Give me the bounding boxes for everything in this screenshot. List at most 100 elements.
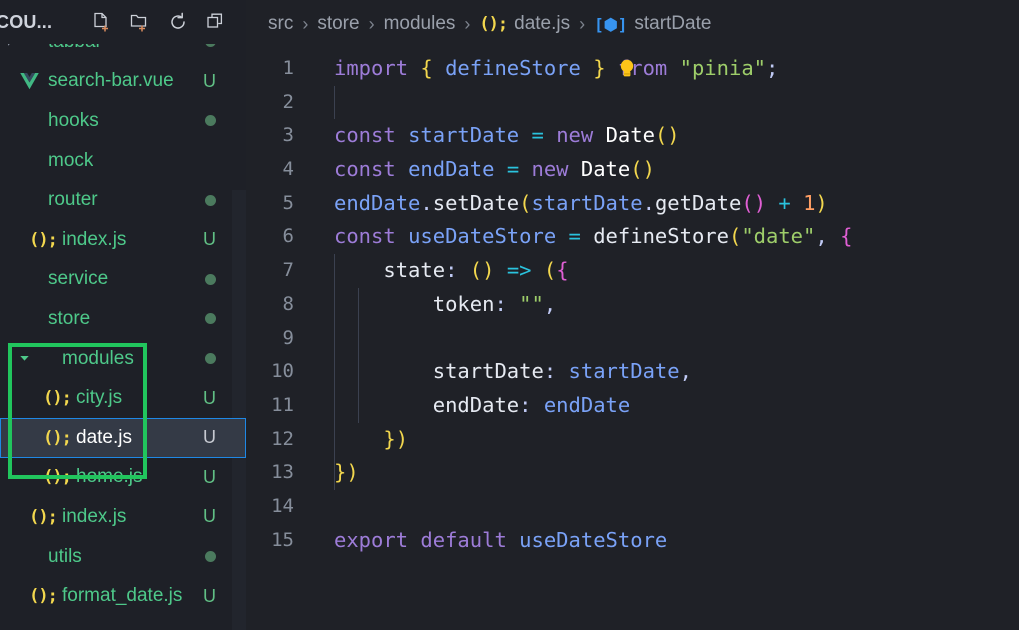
breadcrumb-item-modules[interactable]: modules: [384, 13, 456, 35]
line-number: 3: [282, 124, 294, 147]
tree-twisty-spacer: [2, 311, 18, 327]
code-line[interactable]: 9: [246, 322, 1019, 356]
tree-file-date-js[interactable]: (); date.js U: [0, 417, 246, 458]
tree-file-index-js[interactable]: (); index.js U: [0, 220, 246, 260]
code-line[interactable]: 13}): [246, 456, 1019, 490]
tree-twisty-spacer: [2, 73, 18, 89]
code-line[interactable]: 5 endDate.setDate(startDate.getDate() + 1…: [246, 187, 1019, 221]
code-line[interactable]: 2: [246, 86, 1019, 120]
tree-twisty-spacer: [2, 113, 18, 129]
line-number: 8: [282, 292, 294, 315]
refresh-icon[interactable]: [166, 10, 190, 34]
tree-item-label: utils: [48, 545, 82, 567]
code-line-text: }): [383, 426, 409, 451]
breadcrumb-label: store: [317, 13, 360, 34]
tree-folder-hooks[interactable]: hooks: [0, 101, 246, 141]
breadcrumb-label: src: [268, 13, 294, 34]
line-number: 5: [282, 191, 294, 214]
tree-file-home-js[interactable]: (); home.js U: [0, 458, 246, 498]
tree-item-label: city.js: [76, 387, 123, 409]
line-number: 9: [282, 326, 294, 349]
code-line[interactable]: 7 state: () => ({: [246, 254, 1019, 288]
tree-file-city-js[interactable]: (); city.js U: [0, 378, 246, 418]
js-file-icon: ();: [43, 388, 72, 409]
indent-guide: [334, 85, 335, 120]
tree-file-format-date-js[interactable]: (); format_date.js U: [0, 576, 246, 616]
folder-status-dot: [205, 115, 216, 127]
tree-folder-service[interactable]: service: [0, 260, 246, 300]
code-line[interactable]: 6 const useDateStore = defineStore("date"…: [246, 220, 1019, 254]
tree-twisty-spacer: [2, 192, 18, 208]
code-area[interactable]: 1 import { defineStore } from "pinia"; 2 3 c…: [246, 52, 1019, 630]
code-line[interactable]: 12 }): [246, 423, 1019, 457]
code-line[interactable]: 10 startDate: startDate,: [246, 355, 1019, 389]
code-line-text: endDate: endDate: [432, 392, 631, 417]
breadcrumb-separator-icon: ›: [302, 13, 309, 34]
line-number: 7: [282, 259, 294, 282]
file-tree[interactable]: tabbarsearch-bar.vueUhooksmockrouter();i…: [0, 22, 246, 630]
code-line-text: startDate: startDate,: [432, 359, 692, 384]
tree-folder-mock[interactable]: mock: [0, 141, 246, 181]
tree-item-label: store: [48, 307, 91, 329]
git-status-badge: U: [203, 506, 216, 527]
git-status-badge: U: [203, 70, 216, 91]
breadcrumb-label: date.js: [514, 13, 571, 34]
code-line-text: state: () => ({: [383, 258, 569, 283]
tree-item-label: index.js: [62, 228, 127, 250]
code-line[interactable]: 15 export default useDateStore: [246, 524, 1019, 558]
git-status-badge: U: [203, 427, 216, 448]
new-folder-icon[interactable]: [128, 10, 152, 34]
line-number: 1: [282, 57, 294, 79]
code-line[interactable]: 4 const endDate = new Date(): [246, 153, 1019, 187]
folder-status-dot: [205, 551, 216, 563]
breadcrumb-item-src[interactable]: src: [268, 13, 293, 35]
code-line-text: import { defineStore } from "pinia";: [334, 56, 779, 80]
git-status-badge: U: [203, 585, 216, 606]
js-file-icon: ();: [29, 506, 58, 527]
tree-twisty-spacer: [2, 549, 18, 565]
tree-twisty-spacer: [2, 153, 18, 169]
collapse-all-icon[interactable]: [204, 10, 228, 34]
breadcrumb[interactable]: src › store › modules › (); date.js › [⬢] startDat…: [246, 0, 1019, 48]
tree-file-index-js[interactable]: (); index.js U: [0, 497, 246, 537]
code-line[interactable]: 11 endDate: endDate: [246, 389, 1019, 423]
code-line-text: export default useDateStore: [334, 527, 668, 552]
code-line[interactable]: 14: [246, 490, 1019, 524]
tree-folder-store[interactable]: store: [0, 299, 246, 339]
line-number: 6: [282, 225, 294, 248]
tree-folder-utils[interactable]: utils: [0, 537, 246, 577]
code-line-text: const useDateStore = defineStore("date",…: [334, 224, 853, 249]
tree-file-search-bar-vue[interactable]: search-bar.vue U: [0, 62, 246, 102]
variable-symbol-icon: [⬢]: [594, 14, 628, 34]
code-line-text: token: "",: [432, 291, 557, 316]
tree-folder-router[interactable]: router: [0, 180, 246, 220]
breadcrumb-item-date-js[interactable]: (); date.js: [479, 13, 570, 35]
code-line[interactable]: 8 token: "",: [246, 288, 1019, 322]
code-line[interactable]: 3 const startDate = new Date(): [246, 119, 1019, 153]
js-file-icon: ();: [43, 467, 72, 488]
line-number: 14: [271, 494, 294, 517]
git-status-badge: U: [203, 387, 216, 408]
code-line-text: const endDate = new Date(): [334, 157, 655, 182]
explorer-header: COU...: [0, 0, 246, 44]
js-file-icon: ();: [29, 586, 58, 607]
tree-item-label: router: [48, 189, 98, 211]
tree-item-label: hooks: [48, 109, 99, 131]
breadcrumb-separator-icon: ›: [464, 13, 471, 34]
explorer-actions: [90, 10, 240, 34]
js-file-icon: ();: [29, 229, 58, 250]
folder-status-dot: [205, 313, 216, 325]
code-line-text: }): [334, 460, 359, 485]
tree-twisty-spacer: [2, 271, 18, 287]
breadcrumb-separator-icon: ›: [368, 13, 375, 34]
tree-item-label: service: [48, 268, 109, 290]
breadcrumb-item-store[interactable]: store: [317, 13, 359, 35]
quick-fix-lightbulb-icon[interactable]: [617, 58, 637, 80]
tree-item-label: mock: [48, 149, 94, 171]
explorer-title: COU...: [0, 11, 53, 32]
tree-folder-modules[interactable]: modules: [0, 339, 246, 379]
line-number: 4: [282, 158, 294, 181]
breadcrumb-item-startdate[interactable]: [⬢] startDate: [594, 13, 711, 35]
tree-item-label: modules: [62, 347, 134, 369]
new-file-icon[interactable]: [90, 10, 114, 34]
